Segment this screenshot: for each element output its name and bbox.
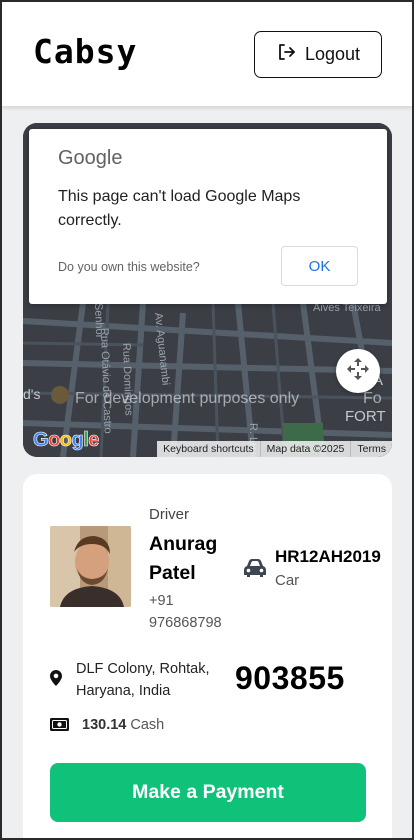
fare-method: Cash [130, 717, 165, 733]
google-logo: Google [58, 147, 123, 169]
terms-link[interactable]: Terms [350, 441, 392, 457]
map-attribution: Map data ©2025 [259, 441, 351, 457]
driver-role-label: Driver [149, 506, 189, 523]
ownership-question: Do you own this website? [58, 260, 200, 274]
svg-text:Senhor: Senhor [92, 303, 105, 339]
svg-text:d's: d's [23, 386, 40, 402]
driver-avatar [50, 526, 131, 607]
logout-icon [276, 42, 296, 67]
driver-name: Anurag Patel [149, 533, 218, 584]
dialog-ok-button[interactable]: OK [281, 246, 358, 286]
dev-watermark: For development purposes only [75, 390, 300, 407]
driver-phone: +91 976868798 [149, 593, 222, 631]
dev-watermark-right: Fo [363, 390, 382, 407]
ride-otp: 903855 [235, 660, 345, 696]
error-message: This page can't load Google Maps correct… [58, 188, 301, 229]
car-icon [243, 558, 267, 578]
vehicle-plate: HR12AH2019 [275, 547, 381, 566]
google-wordmark: Google [33, 427, 103, 457]
pickup-location: DLF Colony, Rohtak, Haryana, India [76, 661, 210, 699]
app-header: Cabsy Logout [2, 2, 412, 106]
ride-details-card: Driver Anurag Patel +91 976868798 HR12AH… [23, 474, 392, 838]
svg-text:Google: Google [33, 429, 99, 451]
fare-info: 130.14 Cash [82, 717, 164, 733]
google-wordmark-logo: Google [33, 429, 100, 452]
keyboard-shortcuts-link[interactable]: Keyboard shortcuts [157, 441, 259, 457]
fullscreen-icon [346, 357, 370, 385]
logout-button[interactable]: Logout [254, 31, 382, 78]
make-payment-button[interactable]: Make a Payment [50, 763, 366, 822]
map-footer: Keyboard shortcuts Map data ©2025 Terms [157, 441, 392, 457]
maps-error-dialog: Google This page can't load Google Maps … [29, 129, 387, 304]
map-pin-icon [50, 670, 62, 686]
vehicle-type: Car [275, 572, 300, 589]
app-frame: Cabsy Logout Rua Domingos Rua Otávio de … [0, 0, 414, 840]
map-view[interactable]: Rua Domingos Rua Otávio de Castro Av. Ag… [23, 123, 392, 457]
fullscreen-button[interactable] [336, 349, 380, 393]
logout-label: Logout [304, 44, 361, 64]
fare-amount: 130.14 [82, 717, 127, 733]
cash-icon [50, 718, 69, 731]
brand-logo: Cabsy [33, 32, 138, 71]
svg-text:FORT: FORT [345, 408, 386, 425]
